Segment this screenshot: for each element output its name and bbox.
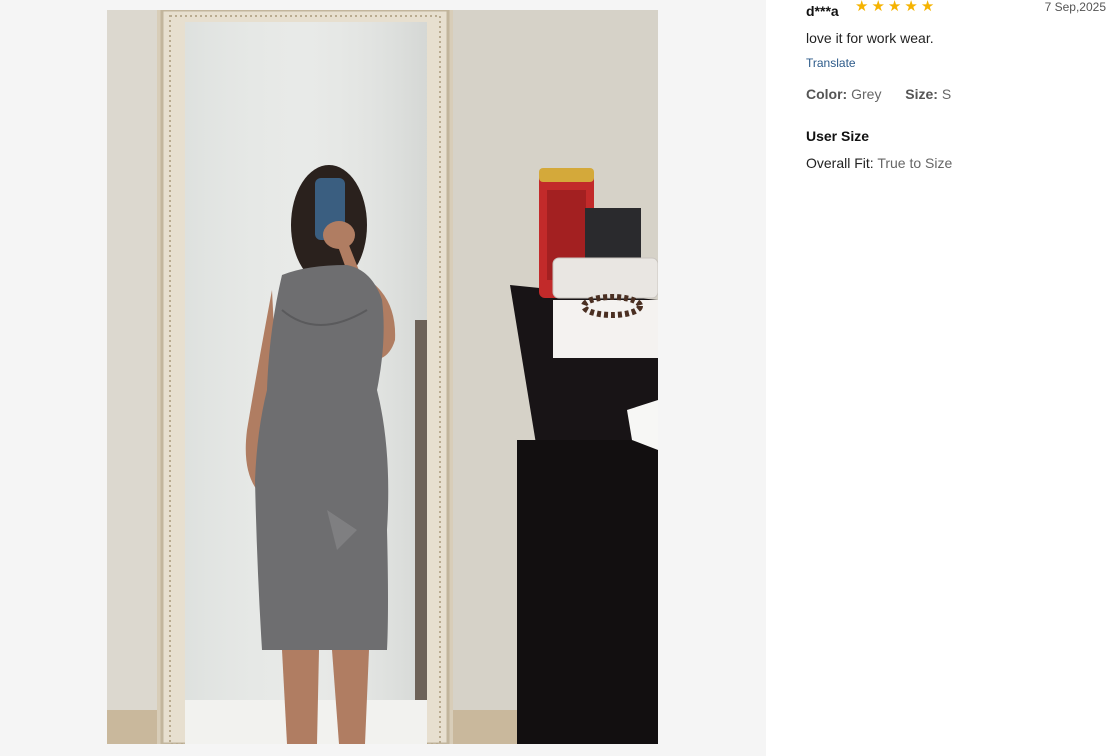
reviewer-name: d***a — [806, 3, 839, 19]
overall-fit-label: Overall Fit: — [806, 155, 874, 171]
review-detail-panel: d***a ★ ★ ★ ★ ★ 7 Sep,2025 love it for w… — [766, 0, 1112, 756]
purchase-attributes: Color: Grey Size: S — [806, 86, 951, 102]
review-photo-image — [107, 10, 658, 744]
review-photo[interactable] — [107, 10, 658, 744]
star-icon: ★ — [904, 0, 918, 15]
color-label: Color: — [806, 86, 848, 102]
review-photo-gallery — [0, 0, 766, 756]
review-date: 7 Sep,2025 — [1044, 0, 1106, 14]
review-text: love it for work wear. — [806, 30, 934, 46]
star-icon: ★ — [887, 0, 902, 15]
user-size-heading: User Size — [806, 128, 870, 144]
size-label: Size: — [905, 86, 938, 102]
size-value: S — [941, 86, 952, 102]
translate-link[interactable]: Translate — [806, 56, 856, 70]
star-icon: ★ — [871, 0, 885, 15]
review-header: d***a ★ ★ ★ ★ ★ 7 Sep,2025 — [806, 0, 1106, 20]
color-value: Grey — [851, 86, 882, 102]
review-viewer: d***a ★ ★ ★ ★ ★ 7 Sep,2025 love it for w… — [0, 0, 1112, 756]
star-icon: ★ — [855, 0, 869, 15]
star-rating: ★ ★ ★ ★ ★ — [855, 0, 934, 15]
overall-fit-value: True to Size — [877, 155, 953, 171]
overall-fit: Overall Fit: True to Size — [806, 155, 952, 171]
star-icon: ★ — [920, 0, 935, 15]
